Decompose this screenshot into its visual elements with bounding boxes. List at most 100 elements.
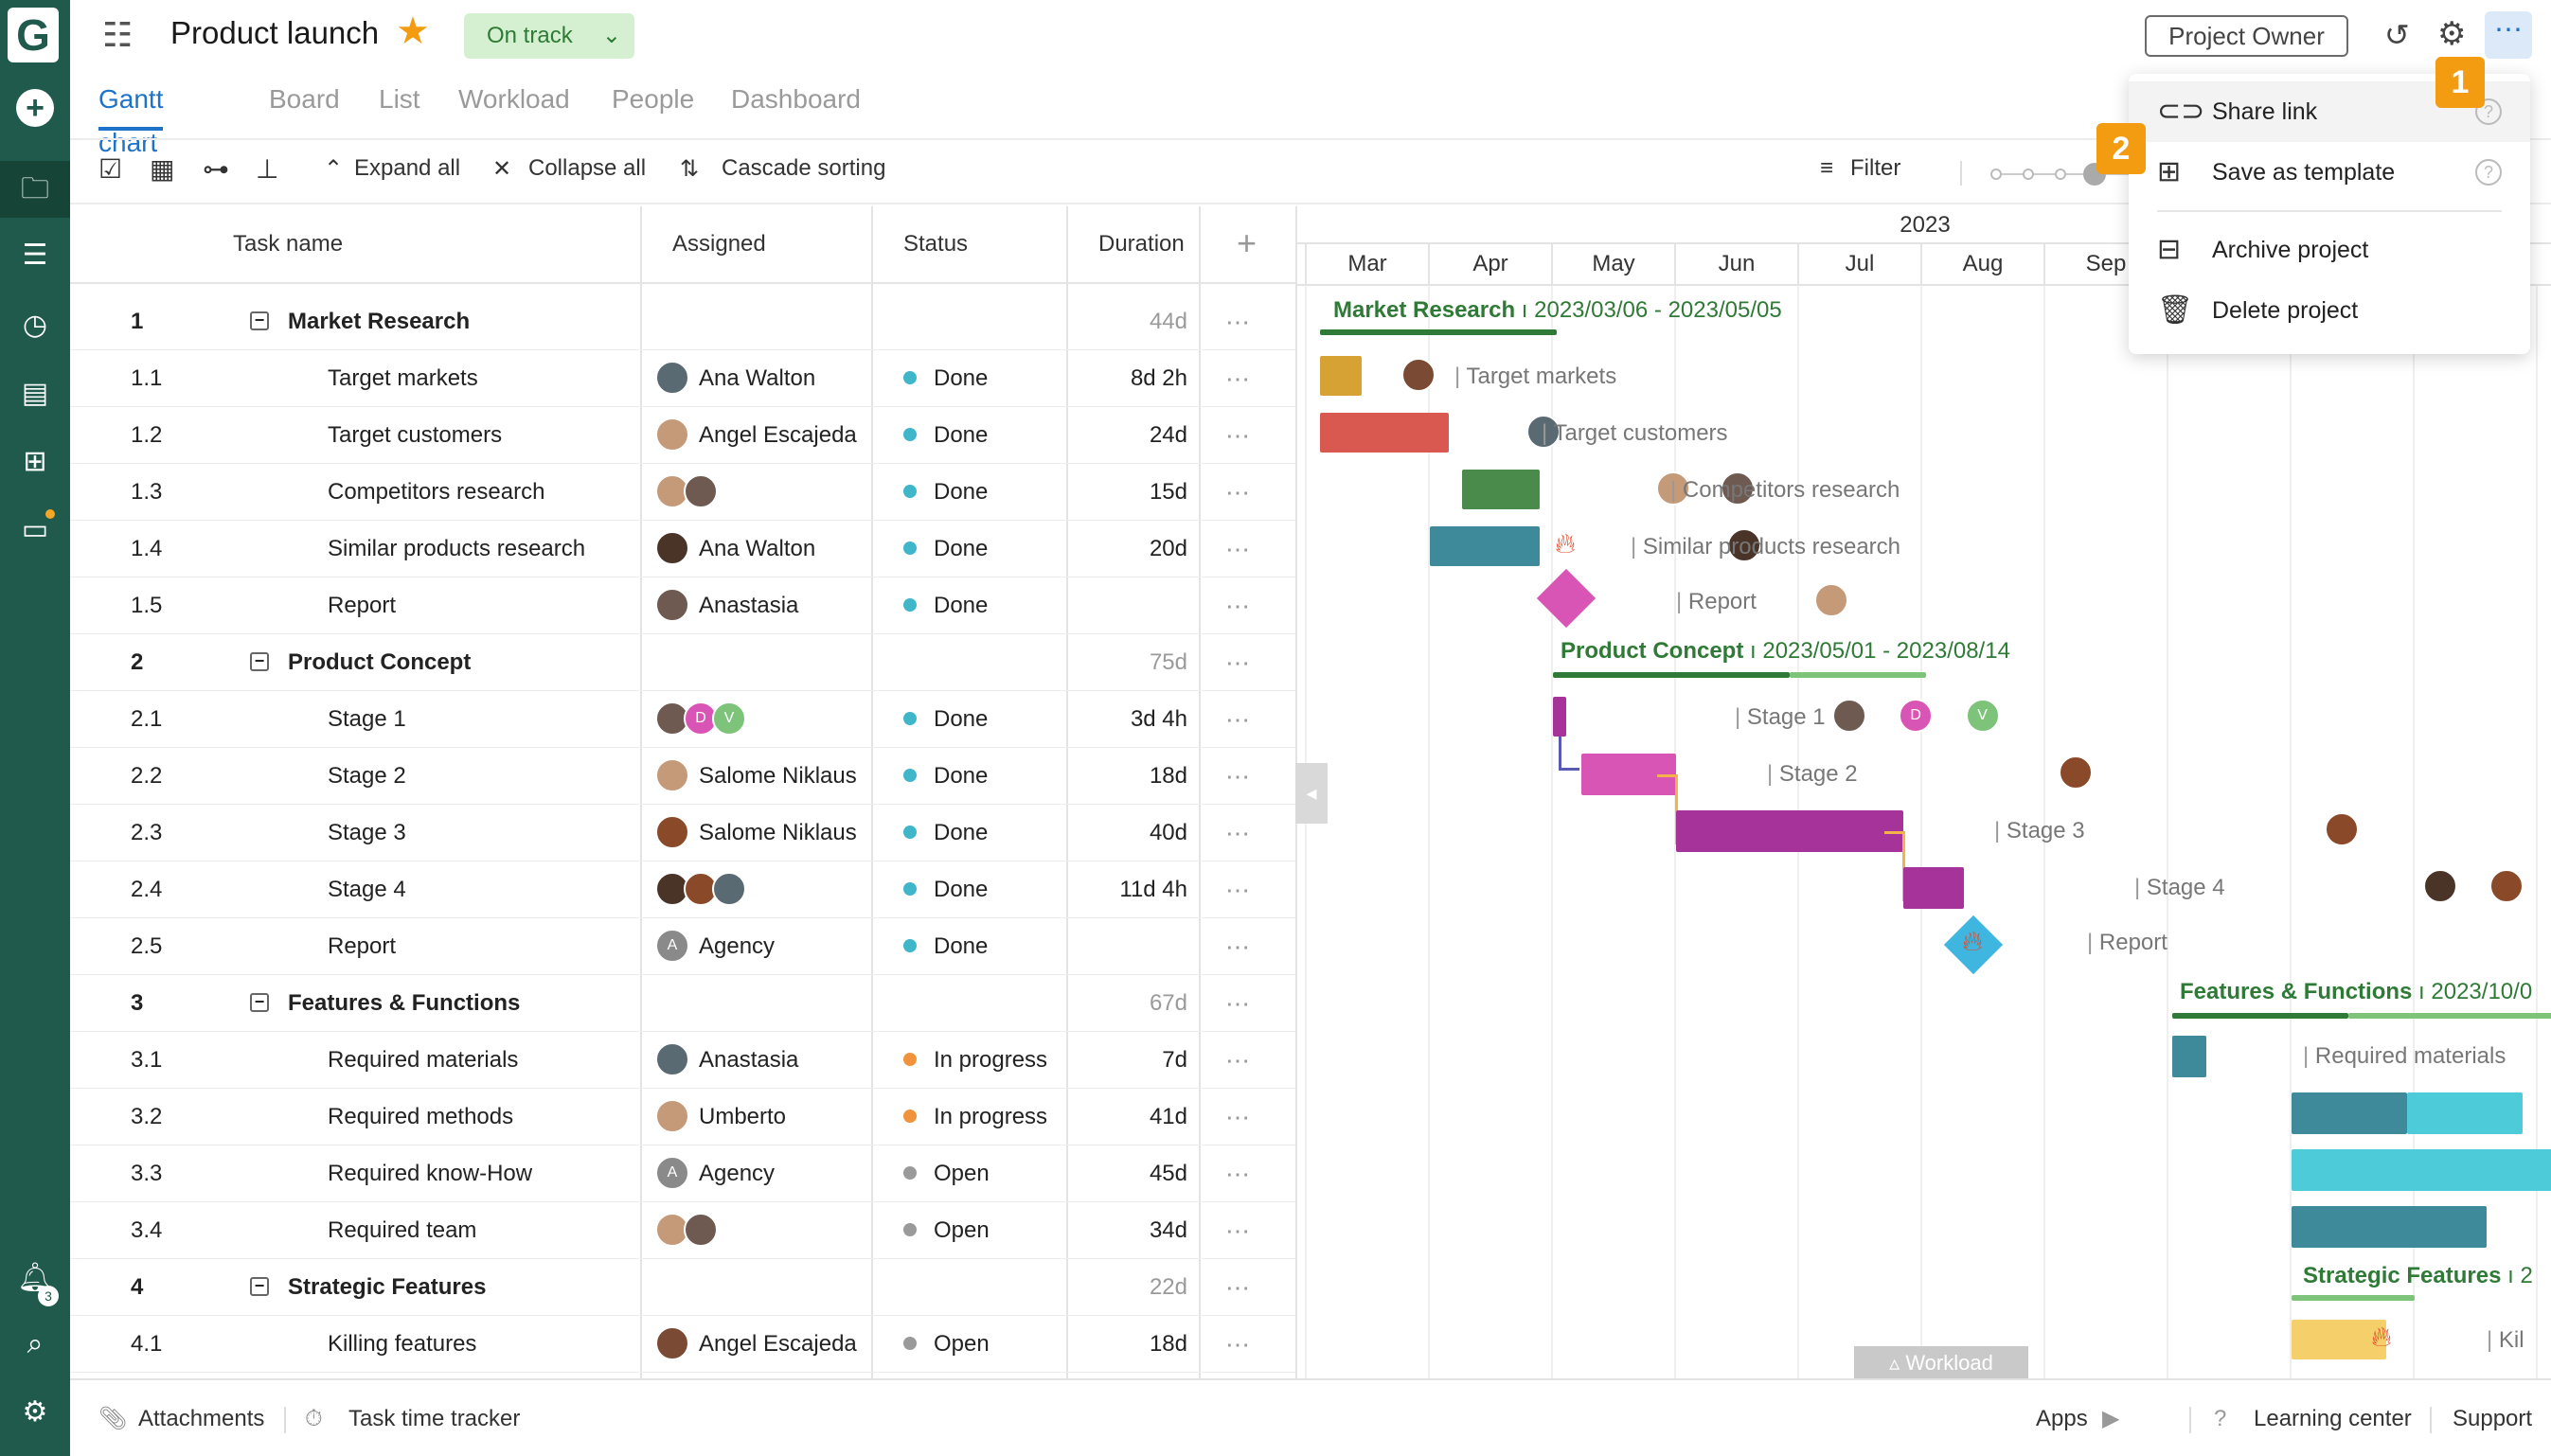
task-name[interactable]: Required know-How — [328, 1145, 532, 1202]
task-name[interactable]: Stage 3 — [328, 805, 406, 861]
group-row[interactable]: 1 − Market Research 44d ⋯ — [70, 293, 1295, 350]
duration-cell[interactable]: 75d — [1066, 634, 1187, 691]
col-status[interactable]: Status — [903, 231, 968, 257]
history-icon[interactable]: ↺ — [2384, 17, 2410, 53]
assigned-cell[interactable]: Anastasia — [655, 577, 798, 634]
task-bar-stage-4[interactable] — [1903, 867, 1964, 909]
reports-icon[interactable]: ▤ — [0, 365, 70, 422]
status-cell[interactable]: Done — [903, 861, 988, 918]
group-bar-product-concept[interactable] — [1553, 672, 1790, 678]
task-name[interactable]: Similar products research — [328, 521, 585, 577]
row-more-icon[interactable]: ⋯ — [1225, 464, 1250, 521]
group-row[interactable]: 3 − Features & Functions 67d ⋯ — [70, 975, 1295, 1032]
task-name[interactable]: Required materials — [328, 1032, 518, 1089]
assigned-cell[interactable]: Anastasia — [655, 1032, 798, 1089]
duration-cell[interactable] — [1066, 577, 1187, 634]
task-row[interactable]: 1.2 Target customers Angel Escajeda Done 24d… — [70, 407, 1295, 464]
status-cell[interactable]: Open — [903, 1316, 990, 1373]
row-more-icon[interactable]: ⋯ — [1225, 805, 1250, 861]
col-task-name[interactable]: Task name — [233, 231, 343, 257]
task-row[interactable]: 4.1 Killing features Angel Escajeda Open 18d… — [70, 1316, 1295, 1373]
collapse-group-icon[interactable]: − — [250, 651, 269, 671]
play-store-icon[interactable]: ▶ — [2102, 1380, 2119, 1456]
task-bar-required-methods[interactable] — [2292, 1092, 2407, 1134]
group-bar-strategic[interactable] — [2292, 1295, 2415, 1301]
task-name[interactable]: − Market Research — [250, 293, 470, 350]
group-bar-features[interactable] — [2172, 1013, 2348, 1019]
settings-icon[interactable]: ⚙ — [0, 1384, 70, 1441]
assigned-cell[interactable]: A Agency — [655, 918, 775, 975]
assigned-cell[interactable]: Angel Escajeda — [655, 407, 857, 464]
duration-cell[interactable]: 20d — [1066, 521, 1187, 577]
chat-icon[interactable]: ▭ — [0, 502, 70, 559]
task-bar-target-markets[interactable] — [1320, 356, 1362, 396]
clock-icon[interactable]: ◷ — [0, 297, 70, 354]
bell-icon[interactable]: 🔔︎ — [0, 1250, 70, 1306]
learning-center-link[interactable]: Learning center — [2254, 1380, 2412, 1456]
row-more-icon[interactable]: ⋯ — [1225, 691, 1250, 748]
assigned-cell[interactable]: Ana Walton — [655, 350, 815, 407]
status-cell[interactable]: Done — [903, 918, 988, 975]
task-row[interactable]: 1.1 Target markets Ana Walton Done 8d 2h ⋯ — [70, 350, 1295, 407]
group-bar-market-research[interactable] — [1320, 329, 1557, 335]
tab-dashboard[interactable]: Dashboard — [731, 78, 861, 131]
task-bar-competitors[interactable] — [1462, 470, 1540, 509]
menu-archive[interactable]: ⊟ Archive project — [2129, 220, 2530, 280]
checkbox-icon[interactable]: ☑ — [98, 153, 122, 185]
row-more-icon[interactable]: ⋯ — [1225, 1202, 1250, 1259]
row-more-icon[interactable]: ⋯ — [1225, 350, 1250, 407]
tab-people[interactable]: People — [612, 78, 694, 131]
indent-icon[interactable]: ⊥ — [256, 153, 278, 185]
row-more-icon[interactable]: ⋯ — [1225, 1259, 1250, 1316]
row-more-icon[interactable]: ⋯ — [1225, 407, 1250, 464]
task-row[interactable]: 2.5 Report A Agency Done ⋯ — [70, 918, 1295, 975]
workload-panel-toggle[interactable]: ▵ Workload — [1854, 1346, 2028, 1380]
collapse-panel-handle[interactable]: ◂ — [1295, 763, 1328, 824]
task-bar-required-know-how[interactable] — [2292, 1149, 2551, 1191]
calendar-icon[interactable]: ▦ — [150, 153, 174, 185]
support-link[interactable]: Support — [2453, 1380, 2532, 1456]
add-icon[interactable]: + — [0, 81, 70, 138]
row-more-icon[interactable]: ⋯ — [1225, 577, 1250, 634]
task-row[interactable]: 1.5 Report Anastasia Done ⋯ — [70, 577, 1295, 634]
assigned-cell[interactable]: A Agency — [655, 1145, 775, 1202]
group-row[interactable]: 2 − Product Concept 75d ⋯ — [70, 634, 1295, 691]
task-row[interactable]: 3.4 Required team Open 34d ⋯ — [70, 1202, 1295, 1259]
hierarchy-icon[interactable]: ⊶ — [203, 153, 229, 185]
task-row[interactable]: 2.1 Stage 1 D V Done 3d 4h ⋯ — [70, 691, 1295, 748]
tab-gantt-chart[interactable]: Gantt chart — [98, 78, 164, 157]
more-options-button[interactable]: ⋯ — [2485, 11, 2532, 59]
task-name[interactable]: Target customers — [328, 407, 502, 464]
assigned-cell[interactable] — [655, 464, 718, 521]
assigned-cell[interactable]: Salome Niklaus — [655, 805, 857, 861]
status-cell[interactable]: In progress — [903, 1089, 1047, 1145]
status-cell[interactable]: Done — [903, 521, 988, 577]
status-cell[interactable]: Open — [903, 1145, 990, 1202]
status-cell[interactable]: Done — [903, 350, 988, 407]
status-dropdown[interactable]: On track ⌄ — [464, 13, 634, 59]
add-column-icon[interactable]: + — [1237, 223, 1257, 263]
list-icon[interactable]: ☰ — [0, 227, 70, 284]
collapse-group-icon[interactable]: − — [250, 992, 269, 1012]
cascade-sorting-button[interactable]: Cascade sorting — [722, 155, 885, 182]
status-cell[interactable]: Done — [903, 407, 988, 464]
assigned-cell[interactable]: Salome Niklaus — [655, 748, 857, 805]
project-title[interactable]: Product launch — [170, 15, 379, 51]
task-bar-required-materials[interactable] — [2172, 1036, 2206, 1077]
col-duration[interactable]: Duration — [1098, 231, 1185, 257]
status-cell[interactable]: Done — [903, 805, 988, 861]
attachments-link[interactable]: Attachments — [138, 1380, 264, 1456]
task-name[interactable]: − Product Concept — [250, 634, 471, 691]
task-row[interactable]: 1.4 Similar products research Ana Walton Do… — [70, 521, 1295, 577]
duration-cell[interactable]: 41d — [1066, 1089, 1187, 1145]
task-row[interactable]: 2.3 Stage 3 Salome Niklaus Done 40d ⋯ — [70, 805, 1295, 861]
projects-icon[interactable]: 🗀 — [0, 161, 70, 218]
status-cell[interactable]: Done — [903, 464, 988, 521]
status-cell[interactable]: In progress — [903, 1032, 1047, 1089]
gear-icon[interactable]: ⚙ — [2437, 15, 2466, 53]
time-tracker-link[interactable]: Task time tracker — [348, 1380, 520, 1456]
assigned-cell[interactable]: Umberto — [655, 1089, 786, 1145]
task-name[interactable]: Stage 1 — [328, 691, 406, 748]
duration-cell[interactable]: 18d — [1066, 748, 1187, 805]
status-cell[interactable]: Open — [903, 1202, 990, 1259]
